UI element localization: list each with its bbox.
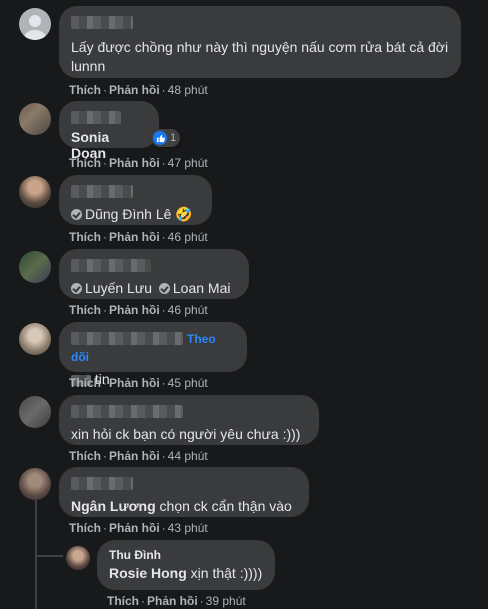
comment-body: chọn ck cẩn thận vào [155, 498, 292, 514]
comment-bubble: Ngân Lương chọn ck cẩn thận vào [59, 467, 309, 517]
author-name[interactable]: Thu Đình [109, 548, 263, 562]
timestamp[interactable]: 46 phút [168, 303, 208, 317]
reaction-badge[interactable]: 1 [151, 129, 181, 147]
comment-body: xịn thật :)))) [186, 565, 263, 581]
like-link[interactable]: Thích [69, 83, 101, 97]
avatar[interactable] [19, 468, 51, 500]
timestamp[interactable]: 46 phút [168, 230, 208, 244]
timestamp[interactable]: 39 phút [206, 594, 246, 608]
author-name-redacted[interactable] [71, 403, 307, 421]
comment-header: Theo dõi [71, 330, 235, 366]
tag-icon [71, 209, 82, 220]
tagged-name[interactable]: Luyến Lưu [85, 280, 152, 296]
tag-icon [158, 283, 170, 294]
reply-link[interactable]: Phản hồi [109, 83, 160, 97]
timestamp[interactable]: 44 phút [168, 449, 208, 463]
timestamp[interactable]: 47 phút [168, 156, 208, 170]
reply-link[interactable]: Phản hồi [109, 376, 160, 390]
author-name-redacted[interactable] [71, 14, 449, 32]
like-link[interactable]: Thích [69, 449, 101, 463]
reaction-count: 1 [170, 132, 177, 144]
comment-bubble: Theo dõi tin. [59, 322, 247, 387]
comment-text: xin hỏi ck bạn có người yêu chưa :))) [71, 426, 301, 442]
timestamp[interactable]: 43 phút [168, 521, 208, 535]
reply-link[interactable]: Phản hồi [109, 521, 160, 535]
comment-actions: Thích · Phản hồi · 48 phút [69, 83, 208, 97]
like-link[interactable]: Thích [107, 594, 139, 608]
comment-actions: Thích · Phản hồi · 47 phút [69, 156, 208, 170]
comment-text: Ngân Lương chọn ck cẩn thận vào [71, 497, 297, 516]
tagged-name[interactable]: Loan Mai [173, 280, 231, 296]
reply-bubble: Thu Đình Rosie Hong xịn thật :)))) [97, 540, 275, 590]
author-name-redacted[interactable] [71, 332, 183, 346]
comment-bubble: Lấy được chồng như này thì nguyện nấu cơ… [59, 6, 461, 78]
reply-link[interactable]: Phản hồi [109, 230, 160, 244]
avatar[interactable] [66, 546, 90, 570]
reply-link[interactable]: Phản hồi [109, 449, 160, 463]
comment-bubble: Luyến Lưu Loan Mai [59, 249, 249, 299]
avatar[interactable] [19, 396, 51, 428]
comment-text: Rosie Hong xịn thật :)))) [109, 564, 263, 583]
laughing-emoji: 🤣 [175, 206, 193, 222]
avatar[interactable] [19, 176, 51, 208]
author-name-redacted [71, 109, 147, 127]
avatar[interactable] [19, 251, 51, 283]
comment-text: Dũng Đình Lê 🤣 [71, 205, 200, 224]
like-link[interactable]: Thích [69, 521, 101, 535]
tagged-name[interactable]: Ngân Lương [71, 498, 156, 514]
timestamp[interactable]: 45 phút [168, 376, 208, 390]
comment-bubble: Dũng Đình Lê 🤣 [59, 175, 212, 225]
reply-link[interactable]: Phản hồi [109, 156, 160, 170]
timestamp[interactable]: 48 phút [168, 83, 208, 97]
comment-actions: Thích · Phản hồi · 46 phút [69, 303, 208, 317]
author-name-redacted[interactable] [71, 257, 237, 275]
comment-actions: Thích · Phản hồi · 39 phút [107, 594, 246, 608]
tagged-name[interactable]: Rosie Hong [109, 565, 187, 581]
like-link[interactable]: Thích [69, 376, 101, 390]
like-link[interactable]: Thích [69, 230, 101, 244]
reply-link[interactable]: Phản hồi [147, 594, 198, 608]
comment-bubble: xin hỏi ck bạn có người yêu chưa :))) [59, 395, 319, 445]
comment-text: Luyến Lưu Loan Mai [71, 279, 237, 298]
author-name-redacted[interactable] [71, 183, 200, 201]
avatar[interactable] [19, 8, 51, 40]
thread-line [35, 555, 63, 557]
reply-link[interactable]: Phản hồi [109, 303, 160, 317]
like-link[interactable]: Thích [69, 303, 101, 317]
author-name-redacted[interactable] [71, 475, 297, 493]
tag-icon [71, 283, 82, 294]
tagged-name[interactable]: Dũng Đình Lê [85, 206, 171, 222]
like-reaction-icon [153, 131, 167, 145]
like-link[interactable]: Thích [69, 156, 101, 170]
avatar[interactable] [19, 103, 51, 135]
comment-actions: Thích · Phản hồi · 45 phút [69, 376, 208, 390]
comment-bubble: Sonia Doan [59, 101, 159, 161]
comment-actions: Thích · Phản hồi · 46 phút [69, 230, 208, 244]
comment-actions: Thích · Phản hồi · 43 phút [69, 521, 208, 535]
avatar[interactable] [19, 323, 51, 355]
comment-text: Lấy được chồng như này thì nguyện nấu cơ… [71, 39, 449, 74]
comment-actions: Thích · Phản hồi · 44 phút [69, 449, 208, 463]
default-user-icon [24, 15, 46, 40]
